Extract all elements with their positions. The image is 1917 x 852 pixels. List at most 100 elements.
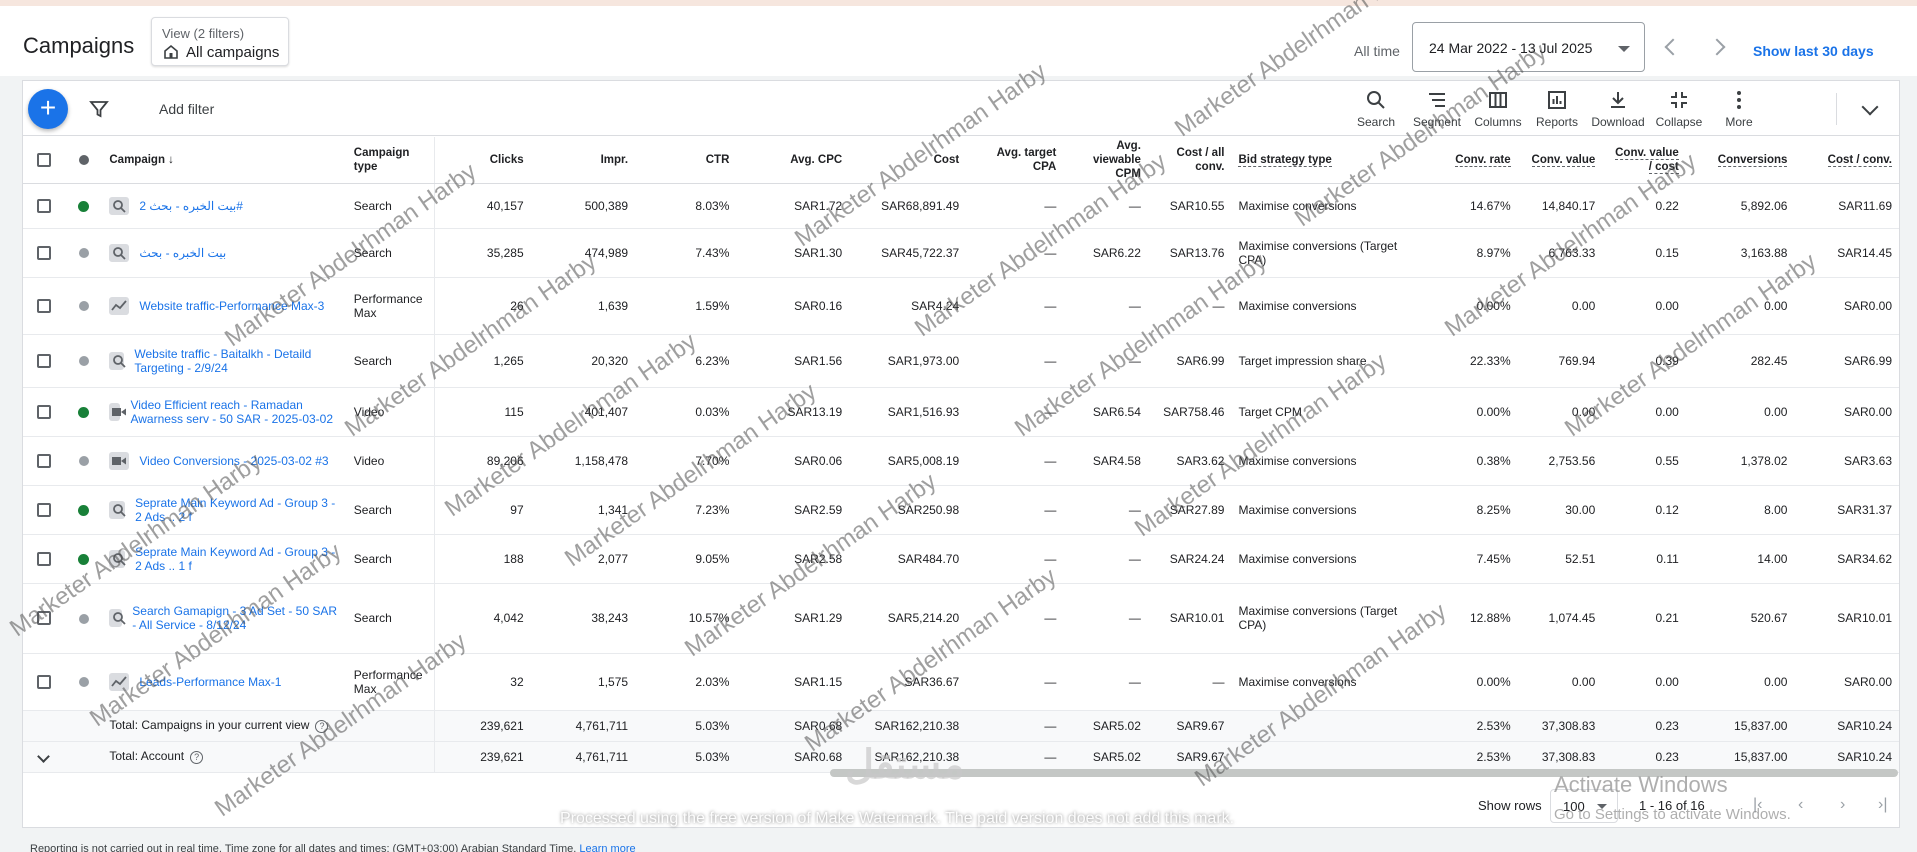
- status-cell[interactable]: [64, 485, 103, 535]
- row-checkbox[interactable]: [36, 551, 51, 566]
- prev-page-icon[interactable]: ‹: [1798, 796, 1803, 814]
- row-checkbox-cell[interactable]: [23, 277, 65, 335]
- row-checkbox[interactable]: [36, 404, 51, 419]
- campaign-name-link[interactable]: Leads-Performance Max-1: [139, 675, 281, 689]
- bid-strategy-cell[interactable]: Maximise conversions: [1231, 485, 1413, 535]
- status-paused-icon[interactable]: [78, 301, 89, 312]
- cost-all-conv-header[interactable]: Cost / all conv.: [1147, 137, 1232, 184]
- select-all-checkbox-cell[interactable]: [23, 137, 65, 184]
- campaign-header[interactable]: Campaign ↓: [102, 137, 347, 184]
- table-row[interactable]: Website traffic - Baitalkh - Detaild Tar…: [23, 334, 1899, 388]
- campaign-cell[interactable]: بيت الخبره - بحث 2#: [102, 183, 347, 229]
- status-cell[interactable]: [64, 534, 103, 584]
- campaign-cell[interactable]: Seprate Main Keyword Ad - Group 3 - 2 Ad…: [102, 534, 347, 584]
- row-checkbox-cell[interactable]: [23, 334, 65, 388]
- bid-strategy-cell[interactable]: Target impression share: [1231, 334, 1413, 388]
- campaign-name-link[interactable]: Seprate Main Keyword Ad - Group 3 - 2 Ad…: [135, 496, 340, 524]
- status-cell[interactable]: [64, 436, 103, 486]
- help-icon[interactable]: ?: [315, 719, 329, 733]
- filter-icon[interactable]: [89, 99, 109, 119]
- status-paused-icon[interactable]: [78, 356, 89, 367]
- chevron-right-icon[interactable]: [1708, 38, 1726, 56]
- campaign-cell[interactable]: بيت الخبره - بحث: [102, 228, 347, 278]
- row-checkbox[interactable]: [36, 298, 51, 313]
- table-row[interactable]: Search Gamapign - 3 Ad Set - 50 SAR - Al…: [23, 583, 1899, 654]
- horizontal-scrollbar[interactable]: [830, 769, 1898, 777]
- collapse-tool[interactable]: Collapse: [1649, 89, 1709, 133]
- conv-value-header[interactable]: Conv. value: [1517, 137, 1603, 184]
- conversions-header[interactable]: Conversions: [1685, 137, 1795, 184]
- date-range-picker[interactable]: 24 Mar 2022 - 13 Jul 2025: [1412, 22, 1645, 72]
- avg-target-cpa-header[interactable]: Avg. target CPA: [966, 137, 1064, 184]
- last-page-icon[interactable]: ›|: [1878, 796, 1887, 814]
- bid-strategy-cell[interactable]: Maximise conversions (Target CPA): [1231, 228, 1413, 278]
- table-row[interactable]: بيت الخبره - بحث Search 35,285 474,989 7.43%…: [23, 228, 1899, 278]
- status-enabled-icon[interactable]: [78, 553, 90, 565]
- bid-strategy-cell[interactable]: Maximise conversions: [1231, 653, 1413, 711]
- campaign-name-link[interactable]: Website traffic - Baitalkh - Detaild Tar…: [134, 347, 339, 375]
- table-row[interactable]: Seprate Main Keyword Ad - Group 3 - 2 Ad…: [23, 534, 1899, 584]
- row-checkbox-cell[interactable]: [23, 583, 65, 654]
- bid-strategy-cell[interactable]: Maximise conversions: [1231, 534, 1413, 584]
- expand-totals-cell[interactable]: [23, 741, 65, 773]
- row-checkbox[interactable]: [36, 353, 51, 368]
- status-enabled-icon[interactable]: [78, 406, 90, 418]
- bid-strategy-cell[interactable]: Maximise conversions: [1231, 277, 1413, 335]
- row-checkbox[interactable]: [36, 502, 51, 517]
- campaign-type-header[interactable]: Campaign type: [346, 137, 436, 184]
- table-row[interactable]: Video Efficient reach - Ramadan Awarness…: [23, 387, 1899, 437]
- status-paused-icon[interactable]: [78, 677, 89, 688]
- campaign-cell[interactable]: Video Efficient reach - Ramadan Awarness…: [102, 387, 347, 437]
- add-filter-button[interactable]: Add filter: [159, 101, 214, 117]
- campaign-name-link[interactable]: Search Gamapign - 3 Ad Set - 50 SAR - Al…: [132, 604, 340, 632]
- status-cell[interactable]: [64, 653, 103, 711]
- show-last-30-days-link[interactable]: Show last 30 days: [1753, 43, 1874, 59]
- row-checkbox-cell[interactable]: [23, 387, 65, 437]
- campaign-name-link[interactable]: Video Conversions - 2025-03-02 #3: [139, 454, 328, 468]
- campaign-name-link[interactable]: Website traffic-Performance Max-3: [139, 299, 324, 313]
- campaign-name-link[interactable]: Video Efficient reach - Ramadan Awarness…: [130, 398, 339, 426]
- status-paused-icon[interactable]: [78, 248, 89, 259]
- campaign-cell[interactable]: Website traffic - Baitalkh - Detaild Tar…: [102, 334, 347, 388]
- help-icon[interactable]: ?: [190, 750, 204, 764]
- row-checkbox[interactable]: [36, 674, 51, 689]
- clicks-header[interactable]: Clicks: [434, 137, 531, 184]
- bid-strategy-cell[interactable]: Maximise conversions: [1231, 436, 1413, 486]
- cost-per-conv-header[interactable]: Cost / conv.: [1794, 137, 1899, 184]
- row-checkbox[interactable]: [36, 245, 51, 260]
- campaign-cell[interactable]: Website traffic-Performance Max-3: [102, 277, 347, 335]
- status-enabled-icon[interactable]: [78, 200, 90, 212]
- ctr-header[interactable]: CTR: [635, 137, 737, 184]
- row-checkbox-cell[interactable]: [23, 436, 65, 486]
- view-selector[interactable]: View (2 filters) All campaigns: [151, 17, 289, 66]
- add-campaign-button[interactable]: +: [28, 89, 68, 129]
- row-checkbox[interactable]: [36, 611, 51, 626]
- status-cell[interactable]: [64, 583, 103, 654]
- row-checkbox[interactable]: [36, 198, 51, 213]
- cost-header[interactable]: Cost: [849, 137, 967, 184]
- status-cell[interactable]: [64, 277, 103, 335]
- chevron-down-icon[interactable]: [37, 749, 51, 763]
- table-row[interactable]: بيت الخبره - بحث 2# Search 40,157 500,389 8.…: [23, 183, 1899, 229]
- row-checkbox-cell[interactable]: [23, 183, 65, 229]
- table-row[interactable]: Website traffic-Performance Max-3 Perform…: [23, 277, 1899, 335]
- row-checkbox-cell[interactable]: [23, 534, 65, 584]
- row-checkbox-cell[interactable]: [23, 485, 65, 535]
- status-cell[interactable]: [64, 228, 103, 278]
- campaign-cell[interactable]: Search Gamapign - 3 Ad Set - 50 SAR - Al…: [102, 583, 347, 654]
- impr-header[interactable]: Impr.: [530, 137, 636, 184]
- status-cell[interactable]: [64, 387, 103, 437]
- table-row[interactable]: Seprate Main Keyword Ad - Group 3 - 2 Ad…: [23, 485, 1899, 535]
- chevron-left-icon[interactable]: [1664, 38, 1682, 56]
- table-row[interactable]: Leads-Performance Max-1 Performance Max 32…: [23, 653, 1899, 711]
- bid-strategy-cell[interactable]: Maximise conversions: [1231, 183, 1413, 229]
- row-checkbox[interactable]: [36, 453, 51, 468]
- avg-cpc-header[interactable]: Avg. CPC: [736, 137, 850, 184]
- campaign-cell[interactable]: Leads-Performance Max-1: [102, 653, 347, 711]
- avg-viewable-cpm-header[interactable]: Avg. viewable CPM: [1063, 137, 1148, 184]
- learn-more-link[interactable]: Learn more: [579, 843, 635, 852]
- campaign-name-link[interactable]: بيت الخبره - بحث 2#: [139, 199, 243, 213]
- search-tool[interactable]: Search: [1346, 89, 1406, 133]
- status-cell[interactable]: [64, 334, 103, 388]
- select-all-checkbox[interactable]: [36, 152, 51, 167]
